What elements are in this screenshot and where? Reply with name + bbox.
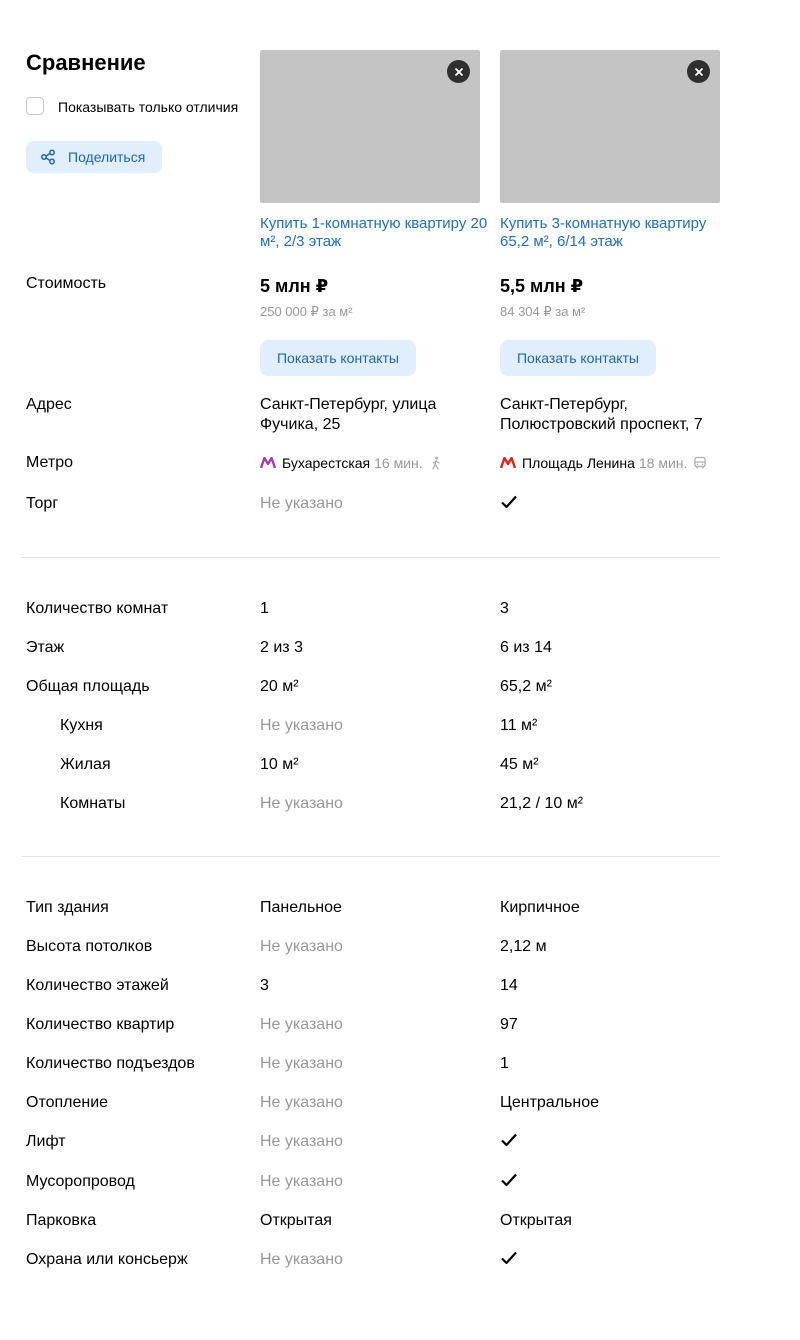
section-divider	[21, 856, 720, 857]
row-value: Не указано	[260, 1173, 343, 1190]
row-value: Панельное	[260, 899, 342, 916]
share-icon	[40, 149, 56, 165]
row-label: Количество этажей	[26, 977, 169, 994]
offer-title-link[interactable]: Купить 1-комнатную квартиру 20 м², 2/3 э…	[260, 215, 490, 251]
only-differences-label[interactable]: Показывать только отличия	[58, 98, 238, 116]
row-label: Жилая	[60, 756, 111, 773]
check-icon	[500, 493, 518, 516]
price-per-m2: 250 000 ₽ за м²	[260, 304, 353, 319]
metro-station: Площадь Ленина	[522, 455, 635, 471]
row-value: Не указано	[260, 1133, 343, 1150]
bargain-value: Не указано	[260, 495, 343, 512]
row-value: 10 м²	[260, 756, 299, 773]
row-label: Тип здания	[26, 899, 109, 916]
price-per-m2: 84 304 ₽ за м²	[500, 304, 586, 319]
row-value: Кирпичное	[500, 899, 580, 916]
bargain-label: Торг	[26, 495, 59, 512]
row-label: Парковка	[26, 1212, 97, 1229]
row-value: Не указано	[260, 938, 343, 955]
row-value: 2 из 3	[260, 639, 303, 656]
row-value: Не указано	[260, 717, 343, 734]
row-value: 11 м²	[500, 717, 538, 734]
close-icon	[694, 67, 703, 76]
offer-price: 5 млн ₽	[260, 276, 329, 296]
row-label: Высота потолков	[26, 938, 153, 955]
row-value: 20 м²	[260, 678, 299, 695]
row-value: 3	[500, 600, 509, 617]
row-value: Открытая	[500, 1212, 572, 1229]
row-value: 21,2 / 10 м²	[500, 795, 584, 812]
row-value: 14	[500, 977, 518, 994]
row-value: Не указано	[260, 1016, 343, 1033]
row-label: Количество подъездов	[26, 1055, 195, 1072]
row-value: Центральное	[500, 1094, 599, 1111]
row-label: Мусоропровод	[26, 1173, 135, 1190]
row-value: 97	[500, 1016, 518, 1033]
row-value: 3	[260, 977, 269, 994]
row-label: Комнаты	[60, 795, 126, 812]
metro-time: 16 мин.	[374, 455, 423, 471]
share-button[interactable]: Поделиться	[26, 141, 162, 173]
metro-station: Бухарестская	[282, 455, 371, 471]
metro-info: Площадь Ленина 18 мин.	[500, 454, 707, 472]
offer-address: Санкт-Петербург, улица Фучика, 25	[260, 396, 437, 433]
metro-icon	[500, 457, 516, 469]
row-value: 45 м²	[500, 756, 539, 773]
offer-address: Санкт-Петербург, Полюстровский проспект,…	[500, 396, 703, 433]
row-value: Не указано	[260, 1094, 343, 1111]
row-value: Не указано	[260, 795, 343, 812]
row-label: Количество комнат	[26, 600, 169, 617]
row-value: 1	[260, 600, 269, 617]
row-value: 1	[500, 1055, 509, 1072]
metro-info: Бухарестская 16 мин.	[260, 454, 443, 472]
check-icon	[500, 1171, 518, 1194]
row-value: Открытая	[260, 1212, 332, 1229]
show-contacts-button[interactable]: Показать контакты	[500, 340, 656, 376]
row-label: Лифт	[26, 1133, 66, 1150]
row-label: Кухня	[60, 717, 103, 734]
price-label: Стоимость	[26, 275, 107, 292]
row-value: 2,12 м	[500, 938, 547, 955]
section-divider	[21, 557, 720, 558]
row-value: 6 из 14	[500, 639, 552, 656]
metro-icon	[260, 457, 276, 469]
bus-icon	[693, 456, 707, 470]
offer-price: 5,5 млн ₽	[500, 276, 584, 296]
metro-label: Метро	[26, 454, 73, 471]
row-value: 65,2 м²	[500, 678, 552, 695]
address-label: Адрес	[26, 396, 72, 413]
row-label: Отопление	[26, 1094, 109, 1111]
show-contacts-button[interactable]: Показать контакты	[260, 340, 416, 376]
remove-offer-button[interactable]	[687, 60, 710, 83]
row-value: Не указано	[260, 1055, 343, 1072]
share-button-label: Поделиться	[68, 149, 146, 165]
remove-offer-button[interactable]	[447, 60, 470, 83]
row-value: Не указано	[260, 1251, 343, 1268]
row-label: Охрана или консьерж	[26, 1251, 188, 1268]
row-label: Общая площадь	[26, 678, 150, 695]
offer-title-link[interactable]: Купить 3-комнатную квартиру 65,2 м², 6/1…	[500, 215, 730, 251]
row-label: Этаж	[26, 639, 65, 656]
check-icon	[500, 1249, 518, 1272]
row-label: Количество квартир	[26, 1016, 175, 1033]
only-differences-checkbox[interactable]	[26, 97, 44, 115]
close-icon	[454, 67, 463, 76]
walk-icon	[429, 456, 443, 470]
page-title: Сравнение	[26, 50, 146, 75]
metro-time: 18 мин.	[638, 455, 688, 471]
check-icon	[500, 1131, 518, 1154]
